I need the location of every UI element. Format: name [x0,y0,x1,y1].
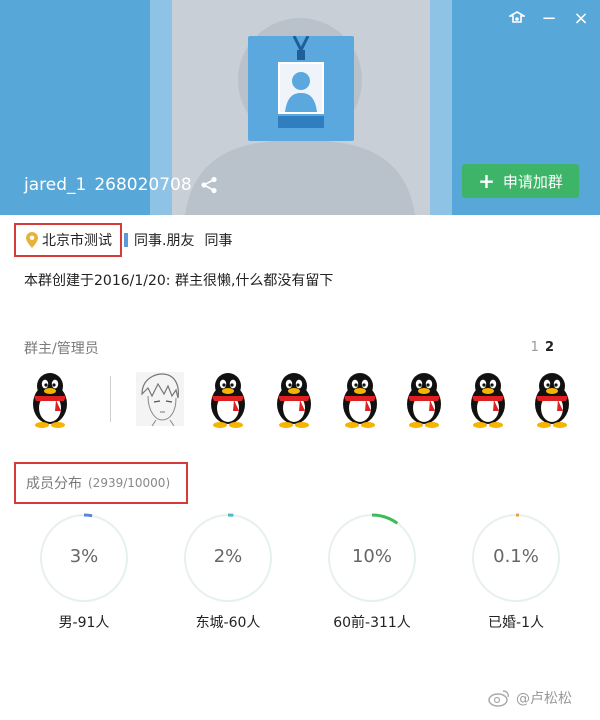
minimize-icon[interactable]: − [540,10,558,28]
person-photo-icon [285,72,317,112]
qq-penguin-icon[interactable] [270,370,318,428]
tag-item: 同事 [204,233,233,249]
group-title: jared_1 268020708 [24,175,218,195]
qq-penguin-icon[interactable] [464,370,512,428]
group-name: jared_1 [24,175,87,195]
group-avatar-id-card [248,36,354,141]
distribution-label: 成员分布 [26,476,82,492]
banner-stripe-right [430,0,452,215]
apply-join-label: 申请加群 [502,172,563,191]
pager-page-1[interactable]: 1 [531,340,539,355]
admins-pager: 1 2 [531,340,554,355]
qq-penguin-icon[interactable] [26,370,74,428]
stat-card-age[interactable]: 10% 60前-311人 [326,512,418,632]
stat-label: 已婚-1人 [488,615,544,631]
location-label: 北京市测试 [42,233,112,249]
location-pin-icon [26,232,38,248]
group-tags: 北京市测试 同事.朋友 同事 [14,223,242,257]
stat-label: 东城-60人 [195,615,261,631]
group-header-banner: − × jared_1 268020708 + 申请加群 [0,0,600,215]
qq-penguin-icon[interactable] [336,370,384,428]
pager-page-2[interactable]: 2 [545,340,554,355]
plus-icon: + [478,169,495,193]
share-icon[interactable] [200,176,218,194]
admins-list [26,370,586,430]
anime-character-icon [141,373,179,427]
settings-icon[interactable] [508,10,526,28]
admins-section-label: 群主/管理员 [24,341,99,357]
stat-card-gender[interactable]: 3% 男-91人 [38,512,130,632]
id-photo [278,62,324,114]
id-name-bar [278,116,324,128]
member-distribution-header: 成员分布 (2939/10000) [14,462,189,504]
stat-percent: 2% [213,546,243,567]
qq-penguin-icon[interactable] [400,370,448,428]
close-icon[interactable]: × [572,10,590,28]
stat-card-marital[interactable]: 0.1% 已婚-1人 [470,512,562,632]
stat-label: 男-91人 [58,615,110,631]
stat-percent: 3% [69,546,99,567]
weibo-icon [488,690,509,707]
stat-percent: 0.1% [493,546,539,567]
member-count: (2939/10000) [88,476,171,490]
anime-avatar[interactable] [136,372,184,427]
stat-card-district[interactable]: 2% 东城-60人 [182,512,274,632]
stat-label: 60前-311人 [333,615,411,631]
group-description: 本群创建于2016/1/20: 群主很懒,什么都没有留下 [24,273,334,289]
apply-join-button[interactable]: + 申请加群 [462,164,579,198]
admins-divider [110,376,111,422]
watermark-text: @卢松松 [516,691,572,707]
location-tag[interactable]: 北京市测试 [14,223,122,257]
qq-penguin-icon[interactable] [528,370,576,428]
group-id: 268020708 [94,175,192,195]
window-controls: − × [508,10,590,28]
qq-penguin-icon[interactable] [204,370,252,428]
stat-percent: 10% [351,546,392,567]
tag-item: 同事.朋友 [134,233,195,249]
tag-separator [124,233,128,247]
weibo-watermark: @卢松松 [488,688,572,708]
